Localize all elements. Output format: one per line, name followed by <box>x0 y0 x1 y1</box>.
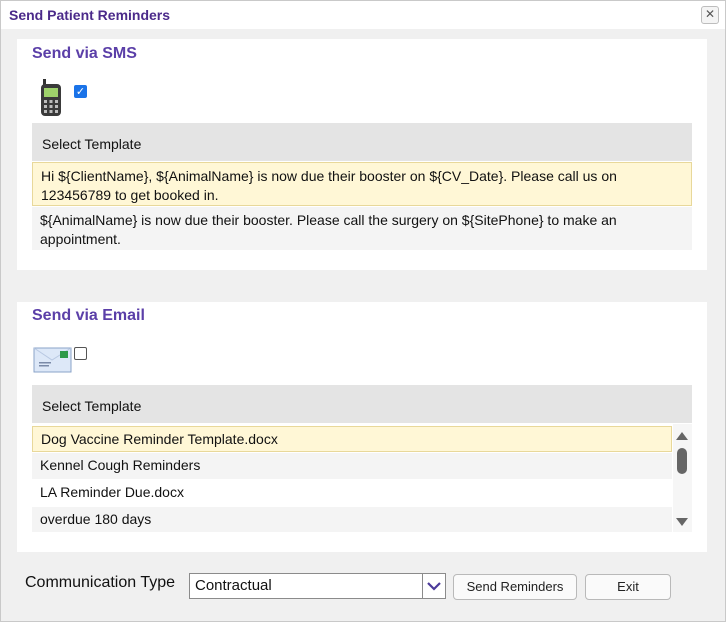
sms-template-text: ${AnimalName} is now due their booster. … <box>40 212 617 247</box>
email-panel: Send via Email Select Template Dog Vacci… <box>17 302 707 552</box>
exit-button[interactable]: Exit <box>585 574 671 600</box>
scroll-up-icon[interactable] <box>676 432 688 440</box>
send-reminders-button[interactable]: Send Reminders <box>453 574 577 600</box>
email-template-text: Kennel Cough Reminders <box>40 457 201 473</box>
communication-type-label: Communication Type <box>25 574 175 591</box>
title-bar: Send Patient Reminders ✕ <box>1 1 725 29</box>
sms-panel: Send via SMS ✓ Select Template Hi ${Clie… <box>17 39 707 270</box>
mobile-phone-icon <box>39 79 63 117</box>
send-reminders-dialog: Send Patient Reminders ✕ Send via SMS ✓ … <box>0 0 726 622</box>
scroll-down-icon[interactable] <box>676 518 688 526</box>
email-template-row[interactable]: overdue 180 days <box>32 507 672 532</box>
sms-template-text: Hi ${ClientName}, ${AnimalName} is now d… <box>41 168 617 203</box>
email-section-title: Send via Email <box>32 307 145 324</box>
email-template-scrollbar[interactable] <box>673 424 692 532</box>
email-envelope-icon <box>33 346 73 374</box>
window-title: Send Patient Reminders <box>9 7 171 23</box>
email-template-row[interactable]: Kennel Cough Reminders <box>32 453 672 479</box>
scrollbar-thumb[interactable] <box>677 448 687 474</box>
email-checkbox[interactable] <box>74 347 87 360</box>
email-template-header-label: Select Template <box>42 398 142 414</box>
communication-type-value: Contractual <box>195 577 272 594</box>
sms-section-title: Send via SMS <box>32 45 137 62</box>
email-template-header: Select Template <box>32 385 692 423</box>
chevron-down-icon[interactable] <box>422 574 445 598</box>
email-template-row[interactable]: Dog Vaccine Reminder Template.docx <box>32 426 672 452</box>
email-template-row[interactable]: LA Reminder Due.docx <box>32 480 672 506</box>
email-template-text: overdue 180 days <box>40 511 152 527</box>
sms-template-header-label: Select Template <box>42 136 142 152</box>
email-template-list: Dog Vaccine Reminder Template.docx Kenne… <box>32 424 692 532</box>
email-template-text: LA Reminder Due.docx <box>40 484 184 500</box>
sms-template-header: Select Template <box>32 123 692 161</box>
sms-checkbox[interactable]: ✓ <box>74 85 87 98</box>
communication-type-select[interactable]: Contractual <box>189 573 446 599</box>
email-template-text: Dog Vaccine Reminder Template.docx <box>41 431 278 447</box>
sms-template-row[interactable]: Hi ${ClientName}, ${AnimalName} is now d… <box>32 162 692 206</box>
close-icon[interactable]: ✕ <box>701 6 719 24</box>
sms-template-row[interactable]: ${AnimalName} is now due their booster. … <box>32 207 692 250</box>
